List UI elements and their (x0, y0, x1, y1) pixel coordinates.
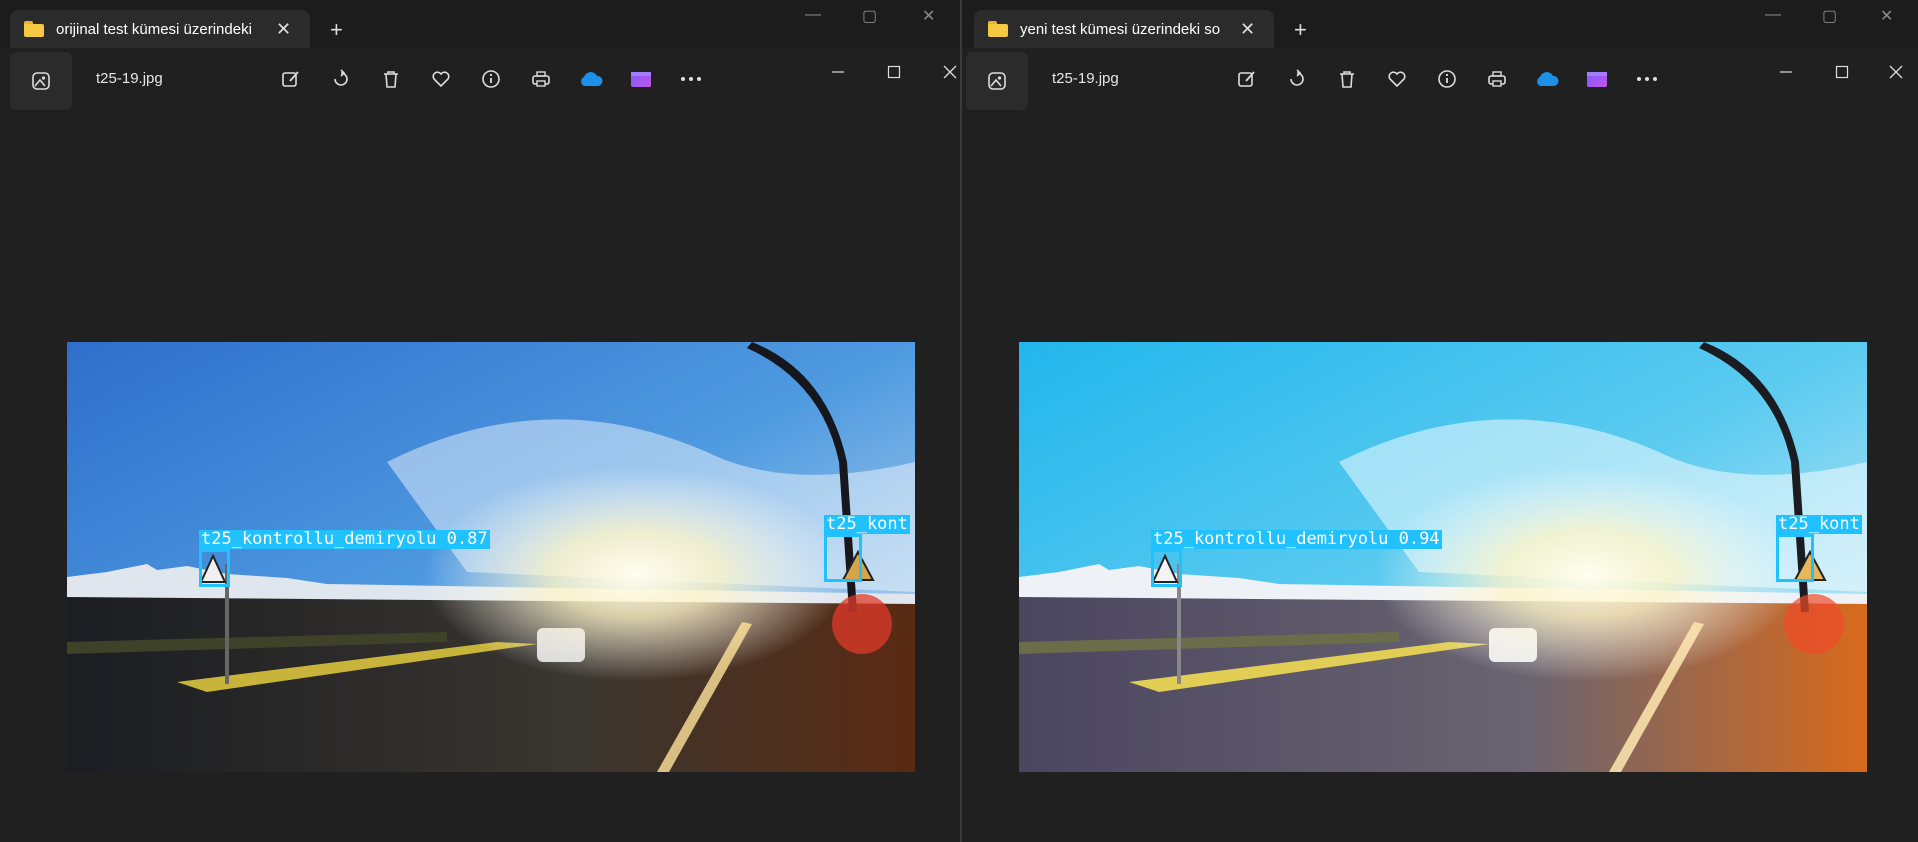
photos-app-icon[interactable] (10, 52, 72, 110)
detection-label: t25_kont (1776, 514, 1862, 534)
explorer-tab-title: orijinal test kümesi üzerindeki (56, 20, 252, 38)
explorer-close-icon[interactable]: ✕ (1880, 6, 1893, 26)
photos-toolbar: t25-19.jpg (10, 48, 960, 110)
detection-label: t25_kont (824, 514, 910, 534)
detection-box (1776, 534, 1814, 582)
folder-icon (988, 21, 1008, 37)
maximize-icon[interactable] (874, 56, 914, 88)
close-icon[interactable] (930, 56, 960, 88)
detection-label: t25_kontrollu_demiryolu 0.87 (199, 529, 490, 549)
photos-app-icon[interactable] (966, 52, 1028, 110)
clipchamp-icon[interactable] (1580, 62, 1614, 96)
clipchamp-icon[interactable] (624, 62, 658, 96)
photo-scene (1019, 342, 1867, 772)
minimize-icon[interactable] (1766, 56, 1806, 88)
favorite-icon[interactable] (1380, 62, 1414, 96)
more-icon[interactable] (1630, 62, 1664, 96)
more-icon[interactable] (674, 62, 708, 96)
photo-scene (67, 342, 915, 772)
explorer-close-icon[interactable]: ✕ (922, 6, 935, 26)
explorer-maximize-icon[interactable]: ▢ (1822, 6, 1837, 26)
tab-close-icon[interactable]: ✕ (1240, 19, 1255, 40)
explorer-maximize-icon[interactable]: ▢ (862, 6, 877, 26)
photo[interactable]: t25_kontrollu_demiryolu 0.87 t25_kont (67, 342, 915, 772)
explorer-tab-bar: yeni test kümesi üzerindeki so ✕ + — ▢ ✕ (962, 0, 1918, 48)
close-icon[interactable] (1876, 56, 1916, 88)
explorer-minimize-icon[interactable]: — (1765, 6, 1781, 24)
new-tab-button[interactable]: + (330, 17, 343, 43)
detection-box (824, 534, 862, 582)
left-window: orijinal test kümesi üzerindeki ✕ + — ▢ … (0, 0, 960, 842)
onedrive-icon[interactable] (574, 62, 608, 96)
detection-box (1151, 549, 1182, 587)
photos-toolbar: t25-19.jpg (966, 48, 1918, 110)
edit-image-icon[interactable] (274, 62, 308, 96)
right-window: yeni test kümesi üzerindeki so ✕ + — ▢ ✕… (962, 0, 1918, 842)
print-icon[interactable] (1480, 62, 1514, 96)
onedrive-icon[interactable] (1530, 62, 1564, 96)
rotate-icon[interactable] (324, 62, 358, 96)
photos-viewer: t25-19.jpg (10, 48, 960, 842)
photo[interactable]: t25_kontrollu_demiryolu 0.94 t25_kont (1019, 342, 1867, 772)
explorer-tab[interactable]: orijinal test kümesi üzerindeki ✕ (10, 10, 310, 48)
explorer-minimize-icon[interactable]: — (805, 6, 821, 24)
tab-close-icon[interactable]: ✕ (276, 19, 291, 40)
edit-image-icon[interactable] (1230, 62, 1264, 96)
delete-icon[interactable] (374, 62, 408, 96)
maximize-icon[interactable] (1822, 56, 1862, 88)
explorer-tab[interactable]: yeni test kümesi üzerindeki so ✕ (974, 10, 1274, 48)
file-name: t25-19.jpg (1052, 70, 1119, 87)
explorer-tab-bar: orijinal test kümesi üzerindeki ✕ + — ▢ … (0, 0, 960, 48)
file-name: t25-19.jpg (96, 70, 163, 87)
print-icon[interactable] (524, 62, 558, 96)
detection-label: t25_kontrollu_demiryolu 0.94 (1151, 529, 1442, 549)
favorite-icon[interactable] (424, 62, 458, 96)
rotate-icon[interactable] (1280, 62, 1314, 96)
folder-icon (24, 21, 44, 37)
info-icon[interactable] (1430, 62, 1464, 96)
new-tab-button[interactable]: + (1294, 17, 1307, 43)
minimize-icon[interactable] (818, 56, 858, 88)
info-icon[interactable] (474, 62, 508, 96)
explorer-tab-title: yeni test kümesi üzerindeki so (1020, 20, 1221, 38)
delete-icon[interactable] (1330, 62, 1364, 96)
photos-viewer: t25-19.jpg (966, 48, 1918, 842)
detection-box (199, 549, 230, 587)
